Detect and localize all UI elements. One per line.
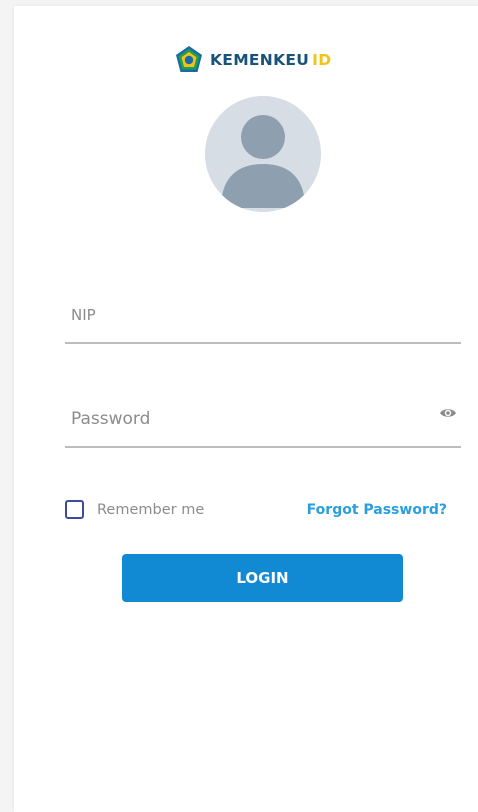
brand-name-text: KEMENKEU — [210, 51, 310, 69]
password-field — [65, 398, 461, 448]
eye-icon[interactable] — [439, 407, 457, 419]
login-button[interactable]: LOGIN — [122, 554, 403, 602]
remember-me-label: Remember me — [97, 501, 205, 518]
brand-name: KEMENKEU ID — [210, 51, 331, 69]
brand-logo: KEMENKEU ID — [174, 44, 331, 76]
nip-input[interactable] — [71, 306, 411, 324]
password-input[interactable] — [71, 409, 411, 429]
brand-suffix-text: ID — [312, 51, 332, 69]
user-avatar-glyph — [205, 96, 321, 212]
kemenkeu-emblem-icon — [176, 46, 202, 72]
remember-me-checkbox[interactable] — [65, 500, 84, 519]
forgot-password-link[interactable]: Forgot Password? — [307, 502, 447, 518]
remember-me: Remember me — [65, 500, 204, 519]
login-card: KEMENKEUID Remember me Forgot Password? … — [14, 6, 478, 812]
nip-field — [65, 294, 461, 344]
user-avatar-icon — [205, 96, 321, 212]
